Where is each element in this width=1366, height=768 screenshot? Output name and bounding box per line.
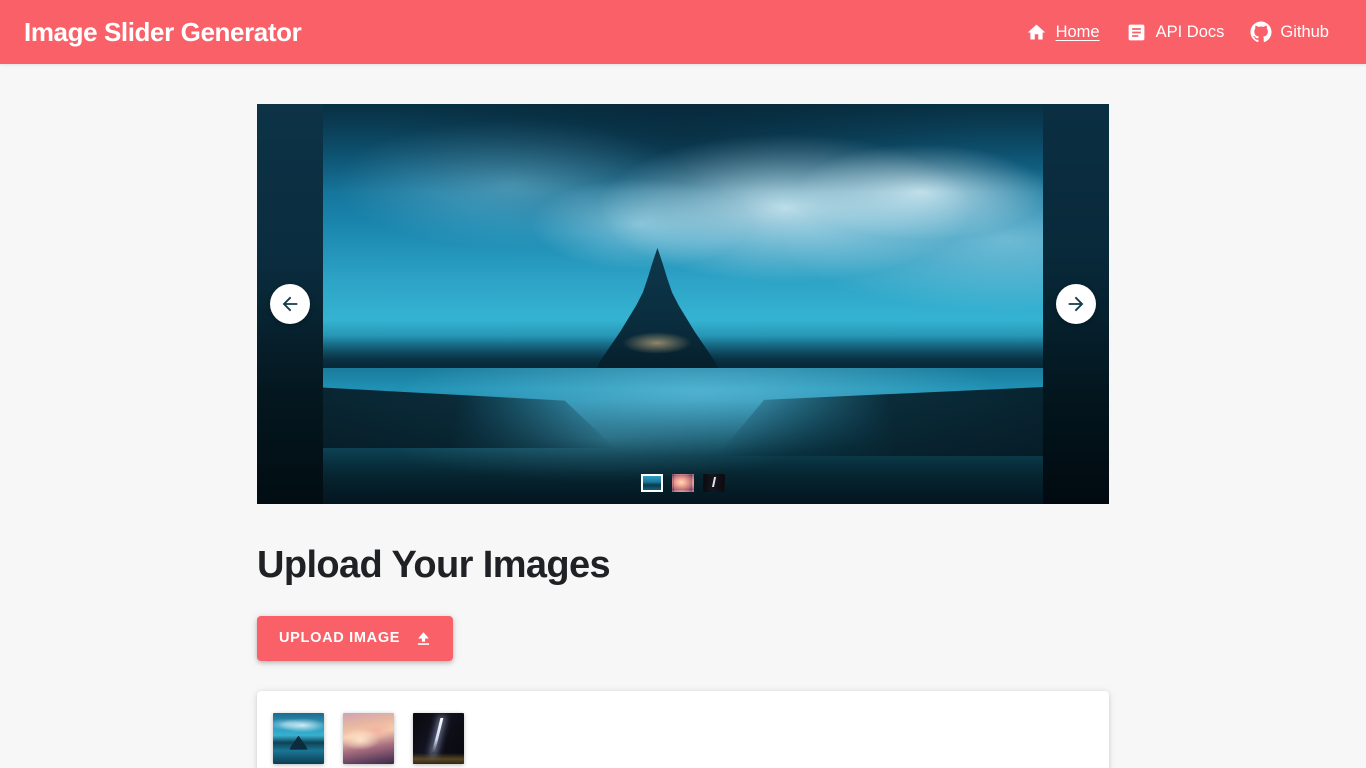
slider-thumb-indicator-2[interactable] (672, 474, 694, 492)
slider-thumb-indicator-3[interactable] (703, 474, 725, 492)
nav-item-api-docs-label: API Docs (1155, 22, 1225, 41)
github-icon (1250, 21, 1272, 43)
page-body: Upload Your Images UPLOAD IMAGE (0, 64, 1366, 768)
nav-item-home-label: Home (1055, 22, 1100, 41)
upload-image-button-label: UPLOAD IMAGE (279, 630, 401, 647)
main-navigation: Home API Docs Github (1013, 15, 1342, 49)
arrow-right-icon (1065, 293, 1087, 315)
arrow-left-icon (279, 293, 301, 315)
gallery-thumbnail-1[interactable] (273, 713, 324, 765)
image-slider (257, 104, 1109, 504)
site-header: Image Slider Generator Home API Docs Git… (0, 0, 1366, 64)
nav-item-home[interactable]: Home (1013, 15, 1113, 49)
nav-item-github-label: Github (1280, 22, 1329, 41)
slide-vignette (257, 104, 1109, 504)
slider-thumbnail-indicators (641, 474, 725, 492)
upload-section-heading: Upload Your Images (257, 544, 611, 586)
page-title: Image Slider Generator (24, 17, 302, 47)
slider-next-button[interactable] (1056, 284, 1096, 324)
nav-item-api-docs[interactable]: API Docs (1113, 15, 1238, 49)
nav-item-github[interactable]: Github (1237, 15, 1342, 49)
content-column: Upload Your Images UPLOAD IMAGE (257, 104, 1109, 768)
upload-image-button[interactable]: UPLOAD IMAGE (257, 615, 454, 661)
gallery-thumbnail-2[interactable] (343, 713, 394, 765)
article-icon (1126, 21, 1148, 43)
gallery-thumbnail-3[interactable] (413, 713, 464, 765)
upload-icon (414, 629, 433, 648)
slider-thumb-indicator-1[interactable] (641, 474, 663, 492)
slider-prev-button[interactable] (270, 284, 310, 324)
slider-active-slide (257, 104, 1109, 504)
uploaded-images-gallery (257, 690, 1109, 768)
home-icon (1026, 21, 1048, 43)
